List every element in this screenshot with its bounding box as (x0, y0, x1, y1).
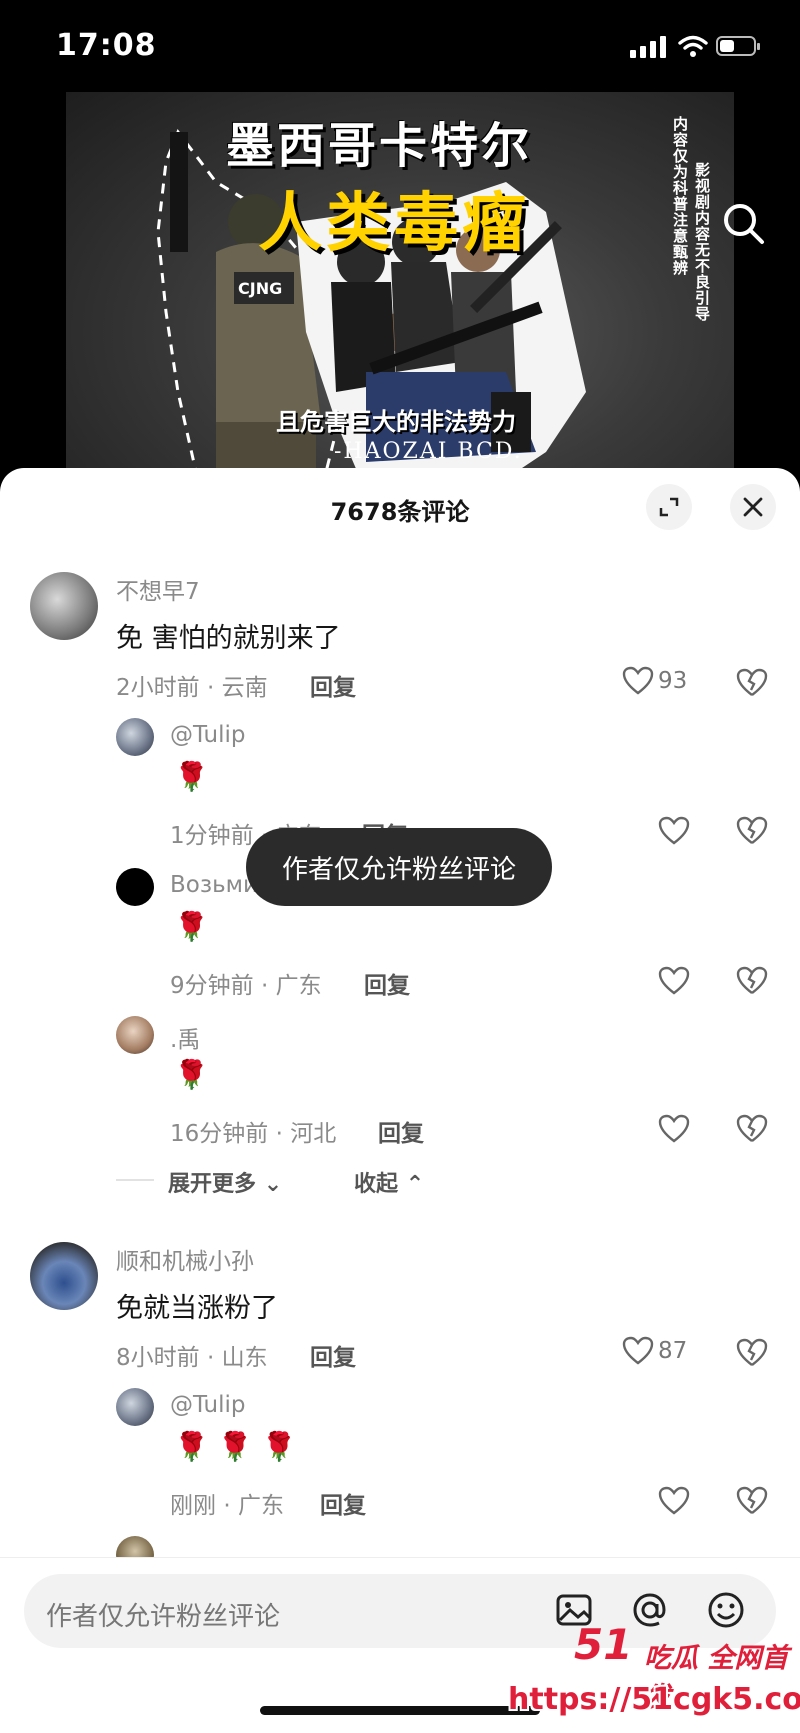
reply-username[interactable]: @Tulip (170, 1392, 246, 1418)
broken-heart-icon[interactable] (736, 668, 768, 698)
reply-text: 🌹 (174, 910, 209, 943)
comment-meta: 8小时前 · 山东 (116, 1338, 268, 1372)
broken-heart-icon[interactable] (736, 816, 768, 846)
reply-button[interactable]: 回复 (310, 1338, 356, 1372)
poster-title: 墨西哥卡特尔 (226, 118, 533, 174)
reply-time: 刚刚 (170, 1493, 216, 1519)
expand-more-label: 展开更多 (168, 1172, 257, 1197)
at-mention-icon[interactable] (630, 1590, 670, 1630)
reply-button[interactable]: 回复 (310, 668, 356, 702)
reply-meta: 9分钟前 · 广东 (170, 966, 322, 1000)
status-bar: 17:08 (0, 0, 800, 90)
broken-heart-icon[interactable] (736, 1338, 768, 1368)
close-button[interactable] (730, 484, 776, 530)
like-button[interactable]: 93 (622, 666, 687, 696)
like-count: 93 (658, 668, 688, 694)
expand-icon (659, 497, 679, 517)
battery-fill (720, 40, 734, 52)
close-icon (743, 497, 763, 517)
toast-message: 作者仅允许粉丝评论 (246, 828, 552, 906)
reply-text: 🌹 (174, 760, 209, 793)
collapse-button[interactable]: 收起 ⌃ (354, 1166, 424, 1198)
reply-text: 🌹 🌹 🌹 (174, 1430, 297, 1463)
meta-separator: · (275, 1121, 291, 1147)
watermark-number: 51 (574, 1620, 633, 1669)
like-count: 87 (658, 1338, 688, 1364)
poster-subtitle: 且危害巨大的非法势力 (276, 408, 516, 436)
avatar[interactable] (116, 868, 154, 906)
avatar[interactable] (30, 572, 98, 640)
chevron-down-icon: ⌄ (263, 1172, 283, 1197)
reply-meta: 16分钟前 · 河北 (170, 1114, 336, 1148)
video-player[interactable]: CJNG 墨西哥卡特尔 人类毒瘤 影视剧内容无不良引导 内容仅为科普注意甄辨 且… (0, 90, 800, 480)
poster-title-highlight: 人类毒瘤 (258, 187, 530, 261)
broken-heart-icon[interactable] (736, 1114, 768, 1144)
comment-username[interactable]: 不想早7 (116, 572, 200, 606)
expand-sheet-button[interactable] (646, 484, 692, 530)
site-watermark: 51 吃瓜 全网首发 https://51cgk5.com (508, 1620, 800, 1733)
comment-location: 山东 (221, 1345, 268, 1371)
poster-credit: -HAOZAI BCD. (334, 439, 523, 464)
comment-input-placeholder: 作者仅允许粉丝评论 (46, 1602, 281, 1632)
status-time: 17:08 (56, 28, 157, 63)
battery-icon (716, 36, 760, 56)
reply-time: 1分钟前 (170, 823, 254, 849)
reply-button[interactable]: 回复 (320, 1486, 366, 1520)
chevron-up-icon: ⌃ (405, 1172, 425, 1197)
thread-divider (116, 1179, 154, 1181)
meta-separator: · (223, 1493, 238, 1519)
emoji-icon[interactable] (706, 1590, 746, 1630)
reply-username[interactable]: @Tulip (170, 722, 246, 748)
reply-text: 🌹 (174, 1058, 209, 1091)
watermark-url: https://51cgk5.com (508, 1682, 800, 1717)
expand-more-button[interactable]: 展开更多 ⌄ (168, 1166, 282, 1198)
broken-heart-icon[interactable] (736, 1486, 768, 1516)
video-poster: CJNG 墨西哥卡特尔 人类毒瘤 影视剧内容无不良引导 内容仅为科普注意甄辨 且… (66, 92, 734, 480)
reply-button[interactable]: 回复 (364, 966, 410, 1000)
avatar[interactable] (116, 718, 154, 756)
heart-icon[interactable] (658, 966, 690, 996)
heart-icon[interactable] (658, 816, 690, 846)
reply-time: 16分钟前 (170, 1121, 269, 1147)
reply-button[interactable]: 回复 (378, 1114, 424, 1148)
reply-meta: 刚刚 · 广东 (170, 1486, 284, 1520)
comment-meta: 2小时前 · 云南 (116, 668, 268, 702)
reply-username[interactable]: .禹 (170, 1020, 200, 1054)
meta-separator: · (206, 1345, 222, 1371)
heart-icon[interactable] (658, 1486, 690, 1516)
reply-username[interactable]: Возьми (170, 872, 258, 898)
comment-location: 云南 (221, 675, 268, 701)
collapse-label: 收起 (354, 1172, 399, 1197)
heart-icon (622, 666, 654, 695)
comment-username[interactable]: 顺和机械小孙 (116, 1242, 254, 1276)
avatar[interactable] (116, 1016, 154, 1054)
search-icon[interactable] (720, 200, 766, 246)
meta-separator: · (206, 675, 222, 701)
like-button[interactable]: 87 (622, 1336, 687, 1366)
reply-time: 9分钟前 (170, 973, 254, 999)
avatar[interactable] (116, 1388, 154, 1426)
poster-disclaimer-2: 内容仅为科普注意甄辨 (671, 116, 689, 276)
cellular-signal-icon (630, 36, 668, 58)
reply-location: 广东 (275, 973, 322, 999)
reply-location: 河北 (290, 1121, 337, 1147)
svg-text:CJNG: CJNG (238, 279, 282, 298)
wifi-icon (678, 35, 708, 57)
comment-time: 8小时前 (116, 1345, 200, 1371)
poster-disclaimer-1: 影视剧内容无不良引导 (693, 162, 711, 322)
heart-icon[interactable] (658, 1114, 690, 1144)
heart-icon (622, 1336, 654, 1365)
broken-heart-icon[interactable] (736, 966, 768, 996)
comment-time: 2小时前 (116, 675, 200, 701)
home-indicator[interactable] (260, 1706, 540, 1715)
reply-location: 广东 (237, 1493, 284, 1519)
meta-separator: · (260, 973, 276, 999)
avatar[interactable] (30, 1242, 98, 1310)
comment-text: 免就当涨粉了 (116, 1293, 278, 1324)
comments-sheet: 7678条评论 不想早7 免 害怕的就别来了 2小时前 · 云南 回复 93 @… (0, 468, 800, 1733)
comment-text: 免 害怕的就别来了 (116, 623, 341, 654)
